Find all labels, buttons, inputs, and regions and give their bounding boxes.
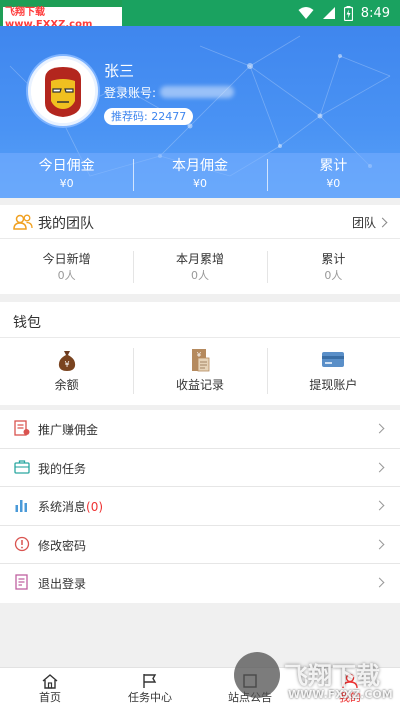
wallet-item-label: 提现账户 <box>309 378 358 392</box>
wallet-card: 钱包 ¥ 余额 ¥ 收益记录 提现账户 <box>0 302 400 405</box>
chart-icon <box>15 500 27 513</box>
message-count: (0) <box>86 500 104 515</box>
team-stat-month: 本月累增 0人 <box>133 239 266 294</box>
profile-header: 张三 登录账号: 推荐码: 22477 今日佣金 ¥0 本月佣金 ¥0 累计 ¥… <box>0 26 400 198</box>
menu-list: 推广赚佣金 我的任务 系统消息(0) 修改密码 退出登录 <box>0 410 400 603</box>
team-stat-value: 0人 <box>190 269 209 282</box>
chevron-right-icon <box>374 577 385 588</box>
tab-label: 任务中心 <box>128 691 172 704</box>
commission-row: 今日佣金 ¥0 本月佣金 ¥0 累计 ¥0 <box>0 153 400 198</box>
commission-month[interactable]: 本月佣金 ¥0 <box>133 153 266 198</box>
alert-circle-icon <box>14 536 30 551</box>
chevron-right-icon <box>374 423 385 434</box>
svg-text:¥: ¥ <box>197 351 202 359</box>
status-time: 8:49 <box>360 5 390 21</box>
menu-item-tasks[interactable]: 我的任务 <box>0 449 400 488</box>
task-briefcase-icon <box>14 459 30 474</box>
commission-total[interactable]: 累计 ¥0 <box>266 153 400 198</box>
team-link[interactable]: 团队 <box>351 214 388 231</box>
team-stat-today: 今日新增 0人 <box>0 239 133 294</box>
commission-value: ¥0 <box>326 177 341 190</box>
logout-doc-icon <box>15 574 28 591</box>
menu-item-label: 修改密码 <box>38 538 87 553</box>
wallet-item-label: 余额 <box>54 378 79 392</box>
commission-label: 今日佣金 <box>38 158 95 174</box>
team-link-label: 团队 <box>351 216 376 230</box>
team-icon <box>13 214 33 230</box>
signal-icon <box>322 7 335 19</box>
wallet-earnings[interactable]: ¥ 收益记录 <box>133 338 266 405</box>
home-icon <box>42 674 58 689</box>
avatar[interactable] <box>28 56 98 126</box>
menu-item-label: 退出登录 <box>38 577 87 592</box>
wallet-header: 钱包 <box>0 302 400 338</box>
menu-item-messages[interactable]: 系统消息(0) <box>0 487 400 526</box>
menu-item-label-text: 系统消息 <box>38 500 87 515</box>
team-card: 我的团队 团队 今日新增 0人 本月累增 0人 累计 0人 <box>0 205 400 294</box>
team-stat-label: 本月累增 <box>175 252 224 266</box>
ironman-avatar-icon <box>31 59 95 123</box>
status-watermark-area: 飞翔下载 www.FXXZ.com <box>0 0 122 31</box>
menu-item-change-password[interactable]: 修改密码 <box>0 526 400 565</box>
watermark-logo-icon <box>234 652 280 698</box>
team-stat-value: 0人 <box>57 269 76 282</box>
wallet-withdraw-account[interactable]: 提现账户 <box>266 338 400 405</box>
site-watermark: 飞翔下载 WWW.FXXZ.COM <box>232 650 400 711</box>
svg-text:¥: ¥ <box>64 360 69 369</box>
commission-label: 累计 <box>319 158 348 174</box>
promote-icon <box>14 420 30 436</box>
team-title: 我的团队 <box>38 216 94 232</box>
wallet-items: ¥ 余额 ¥ 收益记录 提现账户 <box>0 338 400 405</box>
user-name: 张三 <box>104 62 135 80</box>
tab-label: 首页 <box>39 691 61 704</box>
commission-label: 本月佣金 <box>171 158 228 174</box>
chevron-right-icon <box>377 217 388 228</box>
team-stat-value: 0人 <box>324 269 343 282</box>
team-header[interactable]: 我的团队 团队 <box>0 205 400 239</box>
chevron-right-icon <box>374 462 385 473</box>
commission-value: ¥0 <box>192 177 207 190</box>
menu-item-logout[interactable]: 退出登录 <box>0 564 400 603</box>
commission-value: ¥0 <box>59 177 74 190</box>
menu-item-promote[interactable]: 推广赚佣金 <box>0 410 400 449</box>
chevron-right-icon <box>374 500 385 511</box>
menu-item-label: 推广赚佣金 <box>38 423 99 437</box>
commission-today[interactable]: 今日佣金 ¥0 <box>0 153 133 198</box>
tab-task-center[interactable]: 任务中心 <box>100 668 200 711</box>
battery-icon <box>343 5 353 21</box>
tab-home[interactable]: 首页 <box>0 668 100 711</box>
status-right: 8:49 <box>298 4 390 22</box>
account-value-redacted <box>160 86 234 98</box>
team-stat-label: 今日新增 <box>42 252 91 266</box>
receipt-icon: ¥ <box>191 349 210 372</box>
flag-icon <box>143 674 157 688</box>
team-stats: 今日新增 0人 本月累增 0人 累计 0人 <box>0 239 400 294</box>
menu-item-label: 系统消息(0) <box>38 498 103 515</box>
team-stat-label: 累计 <box>321 252 346 266</box>
wallet-title: 钱包 <box>13 315 41 331</box>
watermark-small-text: WWW.FXXZ.COM <box>288 688 393 701</box>
watermark-big-text: 飞翔下载 <box>284 662 380 690</box>
bank-card-icon <box>322 352 345 367</box>
money-bag-icon: ¥ <box>58 351 75 371</box>
chevron-right-icon <box>374 539 385 550</box>
referral-code-badge: 推荐码: 22477 <box>104 108 194 125</box>
wallet-balance[interactable]: ¥ 余额 <box>0 338 133 405</box>
wifi-icon <box>298 7 314 19</box>
account-label: 登录账号: <box>104 86 157 100</box>
status-bar: 飞翔下载 www.FXXZ.com 8:49 <box>0 0 400 31</box>
team-stat-total: 累计 0人 <box>266 239 400 294</box>
menu-item-label: 我的任务 <box>38 461 87 476</box>
wallet-item-label: 收益记录 <box>175 378 224 392</box>
